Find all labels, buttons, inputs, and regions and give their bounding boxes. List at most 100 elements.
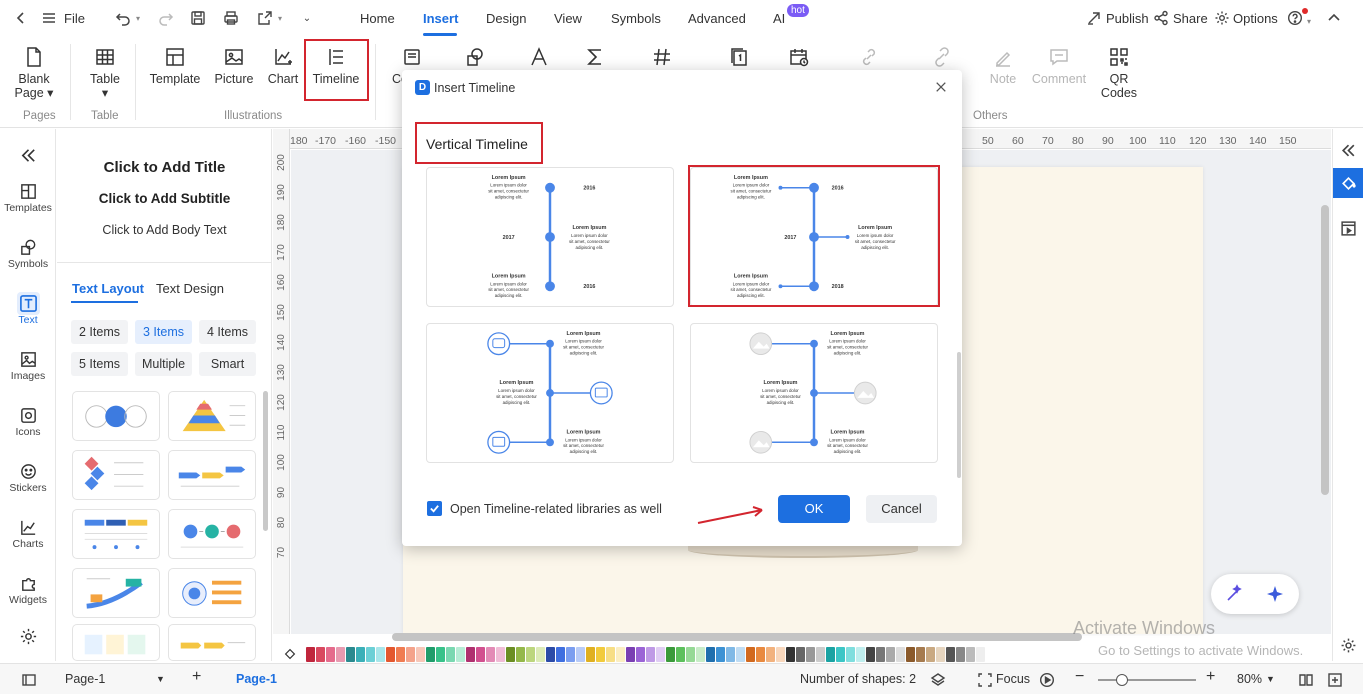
color-swatch[interactable] bbox=[626, 646, 635, 662]
color-swatch[interactable] bbox=[346, 646, 355, 662]
collapse-ribbon-icon[interactable] bbox=[1325, 9, 1343, 27]
color-swatch[interactable] bbox=[456, 646, 465, 662]
qr-codes-button[interactable]: QR Codes bbox=[1099, 44, 1139, 100]
tab-text-design[interactable]: Text Design bbox=[156, 281, 224, 296]
color-swatch[interactable] bbox=[466, 646, 475, 662]
color-swatch[interactable] bbox=[966, 646, 975, 662]
color-swatch[interactable] bbox=[846, 646, 855, 662]
share-button[interactable]: Share bbox=[1173, 11, 1208, 26]
tab-insert[interactable]: Insert bbox=[423, 11, 458, 26]
color-swatch[interactable] bbox=[816, 646, 825, 662]
focus-button[interactable]: Focus bbox=[996, 672, 1030, 686]
layout-thumbnail[interactable] bbox=[168, 391, 256, 441]
color-swatch[interactable] bbox=[646, 646, 655, 662]
rail-item-charts[interactable]: Charts bbox=[0, 516, 56, 550]
color-swatch[interactable] bbox=[976, 646, 985, 662]
color-swatch[interactable] bbox=[656, 646, 665, 662]
rail-item-symbols[interactable]: Symbols bbox=[0, 236, 56, 270]
chip-smart[interactable]: Smart bbox=[199, 352, 256, 376]
share-icon[interactable] bbox=[1152, 9, 1170, 27]
color-swatch[interactable] bbox=[666, 646, 675, 662]
libraries-checkbox-label[interactable]: Open Timeline-related libraries as well bbox=[450, 502, 662, 516]
layout-thumbnail[interactable] bbox=[72, 391, 160, 441]
color-swatch[interactable] bbox=[536, 646, 545, 662]
color-swatch[interactable] bbox=[556, 646, 565, 662]
hamburger-icon[interactable] bbox=[40, 9, 58, 27]
color-swatch[interactable] bbox=[576, 646, 585, 662]
color-swatch[interactable] bbox=[566, 646, 575, 662]
close-icon[interactable] bbox=[933, 79, 949, 95]
color-swatch[interactable] bbox=[386, 646, 395, 662]
zoom-dropdown-icon[interactable]: ▼ bbox=[1266, 674, 1275, 684]
timeline-option-4[interactable]: Lorem Ipsum Lorem ipsum dolor sit amet, … bbox=[690, 323, 938, 463]
undo-dropdown-icon[interactable]: ▾ bbox=[133, 9, 143, 27]
fit-page-icon[interactable] bbox=[1326, 671, 1343, 688]
cancel-button[interactable]: Cancel bbox=[866, 495, 937, 523]
color-swatch[interactable] bbox=[426, 646, 435, 662]
note-button[interactable]: Note bbox=[984, 44, 1022, 86]
color-swatch[interactable] bbox=[446, 646, 455, 662]
layout-thumbnail[interactable] bbox=[168, 450, 256, 500]
color-swatch[interactable] bbox=[956, 646, 965, 662]
page-tab[interactable]: Page-1 bbox=[236, 672, 277, 686]
layout-thumbnail[interactable] bbox=[72, 624, 160, 661]
shape-button[interactable] bbox=[460, 44, 490, 70]
libraries-checkbox[interactable] bbox=[427, 501, 442, 516]
chip-3-items[interactable]: 3 Items bbox=[135, 320, 192, 344]
color-swatch[interactable] bbox=[326, 646, 335, 662]
layout-thumbnail[interactable] bbox=[72, 450, 160, 500]
export-icon[interactable] bbox=[256, 9, 274, 27]
back-arrow-icon[interactable] bbox=[12, 9, 30, 27]
paint-bucket-icon[interactable] bbox=[1333, 168, 1363, 198]
page-select[interactable]: Page-1 bbox=[65, 672, 105, 686]
zoom-out-icon[interactable]: − bbox=[1075, 668, 1084, 686]
color-swatch[interactable] bbox=[516, 646, 525, 662]
color-swatch[interactable] bbox=[926, 646, 935, 662]
collapse-panel-button[interactable] bbox=[0, 144, 56, 166]
tab-advanced[interactable]: Advanced bbox=[688, 11, 746, 26]
publish-icon[interactable] bbox=[1085, 9, 1103, 27]
color-swatch[interactable] bbox=[776, 646, 785, 662]
add-title-item[interactable]: Click to Add Title bbox=[57, 159, 272, 176]
color-swatch[interactable] bbox=[736, 646, 745, 662]
chip-2-items[interactable]: 2 Items bbox=[71, 320, 128, 344]
color-swatch[interactable] bbox=[836, 646, 845, 662]
tab-view[interactable]: View bbox=[554, 11, 582, 26]
ok-button[interactable]: OK bbox=[778, 495, 850, 523]
color-swatch[interactable] bbox=[906, 646, 915, 662]
color-swatch[interactable] bbox=[526, 646, 535, 662]
color-swatch[interactable] bbox=[706, 646, 715, 662]
color-swatch[interactable] bbox=[676, 646, 685, 662]
rail-settings-button[interactable] bbox=[0, 625, 56, 647]
color-swatch[interactable] bbox=[396, 646, 405, 662]
vertical-scrollbar[interactable] bbox=[1321, 205, 1329, 495]
text-art-button[interactable] bbox=[524, 44, 554, 70]
color-swatch[interactable] bbox=[946, 646, 955, 662]
panel-scrollbar[interactable] bbox=[263, 391, 268, 531]
presentation-icon[interactable] bbox=[1333, 213, 1363, 243]
color-swatch[interactable] bbox=[756, 646, 765, 662]
rail-item-widgets[interactable]: Widgets bbox=[0, 572, 56, 606]
color-swatch[interactable] bbox=[496, 646, 505, 662]
layout-thumbnail[interactable] bbox=[168, 624, 256, 661]
layout-thumbnail[interactable] bbox=[168, 568, 256, 618]
color-swatch[interactable] bbox=[306, 646, 315, 662]
rail-item-templates[interactable]: Templates bbox=[0, 180, 56, 214]
color-swatch[interactable] bbox=[886, 646, 895, 662]
page-select-chevron-icon[interactable]: ▼ bbox=[156, 674, 165, 684]
save-icon[interactable] bbox=[189, 9, 207, 27]
chip-5-items[interactable]: 5 Items bbox=[71, 352, 128, 376]
layout-thumbnail[interactable] bbox=[72, 509, 160, 559]
color-swatch[interactable] bbox=[766, 646, 775, 662]
blank-page-button[interactable]: Blank Page ▾ bbox=[14, 44, 54, 100]
color-swatch[interactable] bbox=[356, 646, 365, 662]
zoom-in-icon[interactable]: + bbox=[1206, 668, 1215, 686]
color-swatch[interactable] bbox=[486, 646, 495, 662]
picture-button[interactable]: Picture bbox=[212, 44, 256, 86]
file-menu[interactable]: File bbox=[64, 11, 85, 26]
color-swatch[interactable] bbox=[476, 646, 485, 662]
color-swatch[interactable] bbox=[616, 646, 625, 662]
focus-icon[interactable] bbox=[976, 671, 993, 688]
color-swatch[interactable] bbox=[406, 646, 415, 662]
layers-icon[interactable] bbox=[929, 671, 946, 688]
